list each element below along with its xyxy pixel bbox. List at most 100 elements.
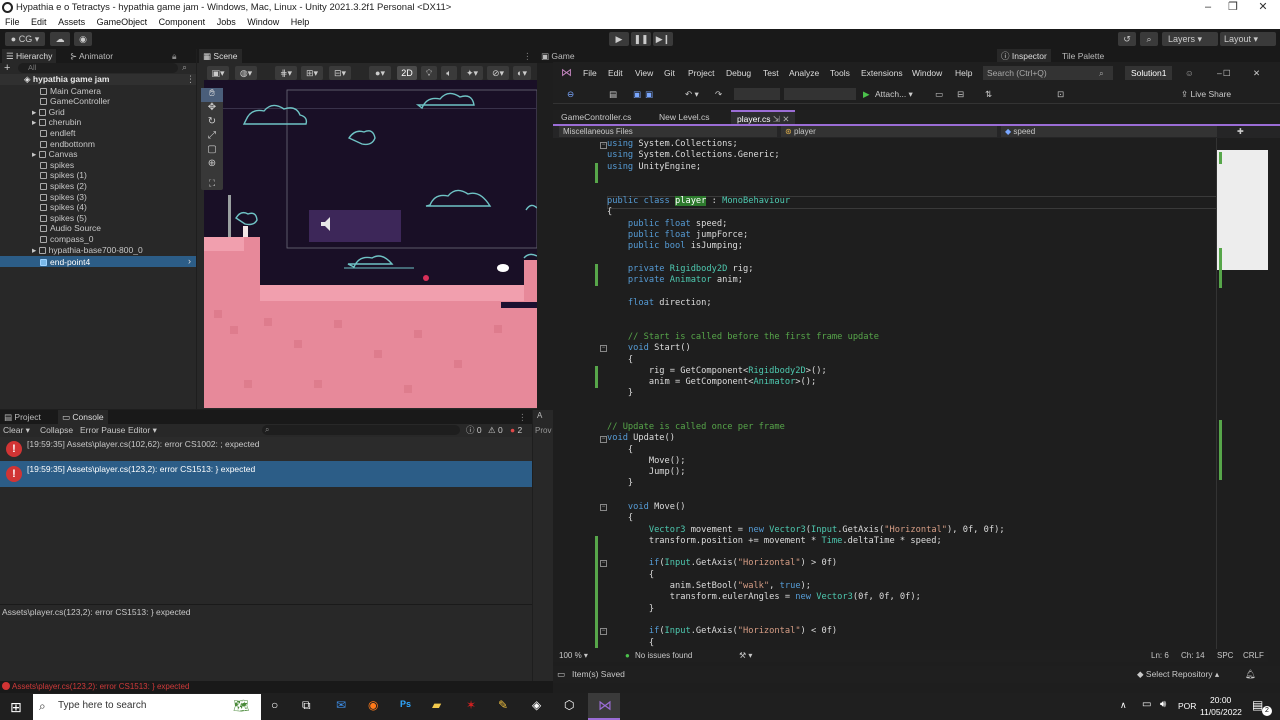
menu-gameobject[interactable]: GameObject [97,17,148,27]
fold-icon[interactable]: − [600,345,607,352]
more-icon[interactable]: ⋮ [518,410,527,424]
account-icon[interactable]: ☺ [1185,62,1194,84]
hand-tool-icon[interactable]: ✋︎ [201,88,223,102]
menu-assets[interactable]: Assets [58,17,85,27]
menu-window[interactable]: Window [247,17,279,27]
vs-close-icon[interactable]: ✕ [1253,62,1260,84]
fold-icon[interactable]: − [600,436,607,443]
hierarchy-item[interactable]: spikes [40,160,74,171]
menu-edit[interactable]: Edit [31,17,47,27]
hierarchy-item[interactable]: spikes (5) [40,213,87,224]
unity-icon[interactable]: ⬡ [564,698,574,712]
issues-status[interactable]: No issues found [635,650,692,662]
gizmos-dropdown[interactable]: ◐▾ [513,66,531,80]
taskbar-search-input[interactable]: Type here to search [58,700,146,711]
hierarchy-item[interactable]: ▸ Grid [32,107,65,118]
hierarchy-item[interactable]: Main Camera [40,86,101,97]
shading-icon[interactable]: ●▾ [369,66,391,80]
scene-viewport[interactable] [204,80,537,408]
tab-console[interactable]: ▭ Console [58,410,108,424]
notification-icon[interactable]: 🔔︎ [1245,666,1256,683]
project-dropdown[interactable]: Miscellaneous Files [559,126,777,137]
vs-menu-debug[interactable]: Debug [726,62,751,84]
mail-icon[interactable]: ✉ [336,698,346,712]
live-share-icon[interactable]: ⇪ Live Share [1181,84,1231,104]
code-minimap[interactable] [1216,138,1269,649]
firefox-icon[interactable]: ◉ [368,698,378,712]
network-icon[interactable]: ▭ [1142,699,1151,710]
hierarchy-root[interactable]: ◈ hypathia game jam [24,74,109,85]
vs-menu-edit[interactable]: Edit [608,62,623,84]
menu-jobs[interactable]: Jobs [217,17,236,27]
file-explorer-icon[interactable]: ▰ [432,698,441,712]
unity-hub-icon[interactable]: ◈ [532,698,541,712]
redo-icon[interactable]: ↷ [715,84,722,104]
hierarchy-item[interactable]: endleft [40,128,76,139]
hierarchy-item-selected[interactable]: end-point4 [40,257,90,268]
mode-2d-button[interactable]: 2D [397,66,417,80]
clock-date[interactable]: 11/05/2022 [1200,707,1242,717]
bookmark-icon[interactable]: ⊡ [1057,84,1064,104]
visibility-icon[interactable]: ⊘▾ [487,66,509,80]
wrench-icon[interactable]: ⚒ ▾ [739,650,752,662]
vs-menu-tools[interactable]: Tools [830,62,850,84]
menu-component[interactable]: Component [159,17,206,27]
tab-project[interactable]: ▤ Project [4,410,41,424]
account-dropdown[interactable]: ● CG ▾ [5,32,45,46]
minimap-viewport[interactable] [1217,150,1269,270]
hierarchy-item[interactable]: compass_0 [40,234,93,245]
menu-file[interactable]: File [5,17,20,27]
search-icon[interactable]: ⌕ [182,62,187,73]
vs-menu-git[interactable]: Git [664,62,675,84]
save-all-icon[interactable]: ▣ [645,84,653,104]
vs-menu-file[interactable]: File [583,62,597,84]
info-count[interactable]: ⓘ 0 [466,424,482,436]
scale-tool-icon[interactable]: ⤢ [201,130,223,144]
hierarchy-item[interactable]: spikes (3) [40,192,87,203]
snap-icon[interactable]: ⊟▾ [329,66,351,80]
lighting-icon[interactable]: 💡︎ [421,66,437,80]
file-tab-gamecontroller[interactable]: GameController.cs [561,110,631,124]
add-icon[interactable]: + [4,62,10,74]
fold-icon[interactable]: − [600,628,607,635]
move-tool-icon[interactable]: ✥ [201,102,223,116]
tab-animator[interactable]: ⊱ Animator [70,49,113,63]
platform-dropdown[interactable] [784,88,856,100]
app-icon[interactable]: ✶ [466,698,476,712]
format-icon[interactable]: ⇅ [985,84,992,104]
tab-game[interactable]: ▣ Game [541,49,575,63]
vs-menu-view[interactable]: View [635,62,653,84]
line-number[interactable]: Ln: 6 [1151,650,1169,662]
fold-icon[interactable]: − [600,560,607,567]
layout-icon[interactable]: ⊟ [957,84,964,104]
vs-taskbar-button[interactable]: ⋈ [588,693,620,720]
vertical-scrollbar[interactable] [1268,138,1280,649]
tab-hierarchy[interactable]: ☰ Hierarchy [2,49,57,63]
hierarchy-item[interactable]: spikes (4) [40,202,87,213]
photoshop-icon[interactable]: Ps [400,699,411,709]
layout-dropdown[interactable]: Layout ▾ [1220,32,1276,46]
hierarchy-item[interactable]: ▸ hypathia-base700-800_0 [32,245,143,256]
app-icon[interactable]: ✎ [498,698,508,712]
vs-menu-analyze[interactable]: Analyze [789,62,819,84]
collab-icon[interactable]: ◉ [74,32,92,46]
vs-menu-help[interactable]: Help [955,62,972,84]
error-pause-button[interactable]: Error Pause [80,424,125,436]
tab-scene[interactable]: ▦ Scene [199,49,242,63]
step-button[interactable]: ▶❙ [653,32,673,46]
more-icon[interactable]: ⋮ [523,49,532,63]
close-icon[interactable]: ✕ [1240,0,1280,16]
transform-tool-icon[interactable]: ⊕ [201,158,223,172]
vs-menu-test[interactable]: Test [763,62,779,84]
side-tab-label[interactable]: A [537,411,542,420]
collapse-button[interactable]: Collapse [40,424,73,436]
menu-help[interactable]: Help [291,17,310,27]
error-count[interactable]: ● 2 [510,424,522,436]
fold-icon[interactable]: − [600,504,607,511]
class-dropdown[interactable]: ⊛ player [781,126,997,137]
hierarchy-item[interactable]: spikes (1) [40,170,87,181]
vs-menu-project[interactable]: Project [688,62,714,84]
new-file-icon[interactable]: ▤ [609,84,617,104]
console-row-selected[interactable]: ! [19:59:35] Assets\player.cs(123,2): er… [0,461,532,487]
effects-icon[interactable]: ✦▾ [461,66,483,80]
